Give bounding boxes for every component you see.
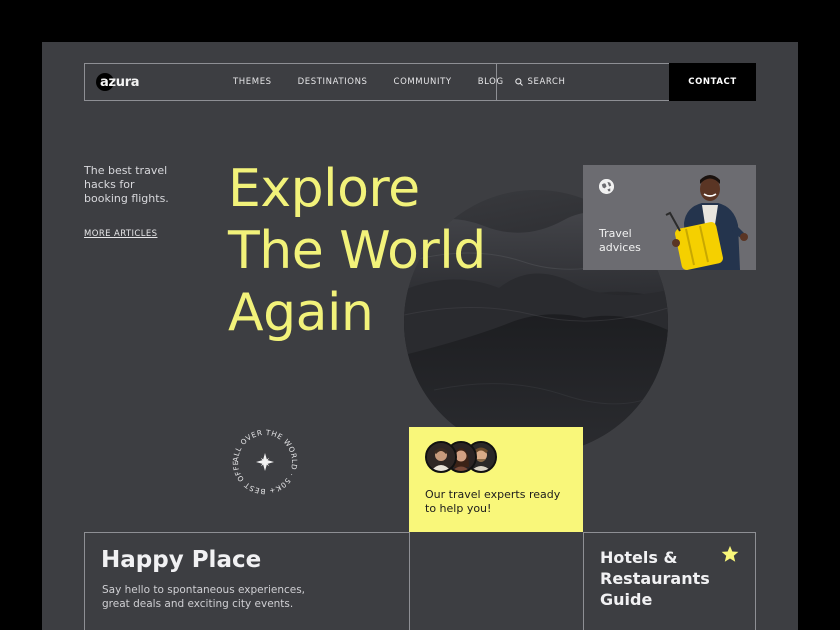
star-icon [721, 545, 739, 562]
top-nav: azura THEMES DESTINATIONS COMMUNITY BLOG… [84, 63, 756, 101]
hotels-guide-title: Hotels & Restaurants Guide [600, 548, 710, 609]
search-icon [514, 78, 523, 86]
contact-button[interactable]: CONTACT [669, 63, 756, 101]
travel-advices-card[interactable]: Travel advices [583, 165, 756, 270]
traveler-with-suitcase-image [646, 165, 756, 270]
compass-star-icon [256, 453, 274, 471]
hero-line-1: Explore [228, 159, 420, 219]
globe-icon [599, 179, 614, 194]
search-label: SEARCH [527, 77, 566, 87]
avatar [425, 441, 457, 473]
hero-heading: Explore The World Again [228, 158, 486, 344]
best-offers-badge: ALL OVER THE WORLD · 50K+ BEST OFFERS · [228, 425, 298, 496]
nav-link-community[interactable]: COMMUNITY [394, 77, 452, 87]
happy-place-description: Say hello to spontaneous experiences, gr… [102, 584, 306, 610]
brand-logo[interactable]: azura [94, 72, 140, 92]
page-frame: azura THEMES DESTINATIONS COMMUNITY BLOG… [42, 42, 798, 630]
travel-hacks-blurb: The best travel hacks for booking flight… [84, 164, 169, 205]
nav-links: THEMES DESTINATIONS COMMUNITY BLOG [233, 64, 504, 100]
more-articles-link[interactable]: MORE ARTICLES [84, 229, 157, 239]
happy-place-card[interactable]: Happy Place Say hello to spontaneous exp… [84, 532, 410, 630]
happy-place-title: Happy Place [101, 547, 262, 573]
nav-link-destinations[interactable]: DESTINATIONS [298, 77, 368, 87]
hotels-guide-card[interactable]: Hotels & Restaurants Guide [583, 532, 756, 630]
travel-experts-card[interactable]: Our travel experts ready to help you! [409, 427, 583, 532]
travel-experts-text: Our travel experts ready to help you! [425, 488, 561, 515]
search-button[interactable]: SEARCH [496, 64, 583, 100]
hero-line-2: The World [228, 221, 486, 281]
brand-name: azura [100, 74, 140, 90]
hero-line-3: Again [228, 283, 374, 343]
nav-link-themes[interactable]: THEMES [233, 77, 272, 87]
